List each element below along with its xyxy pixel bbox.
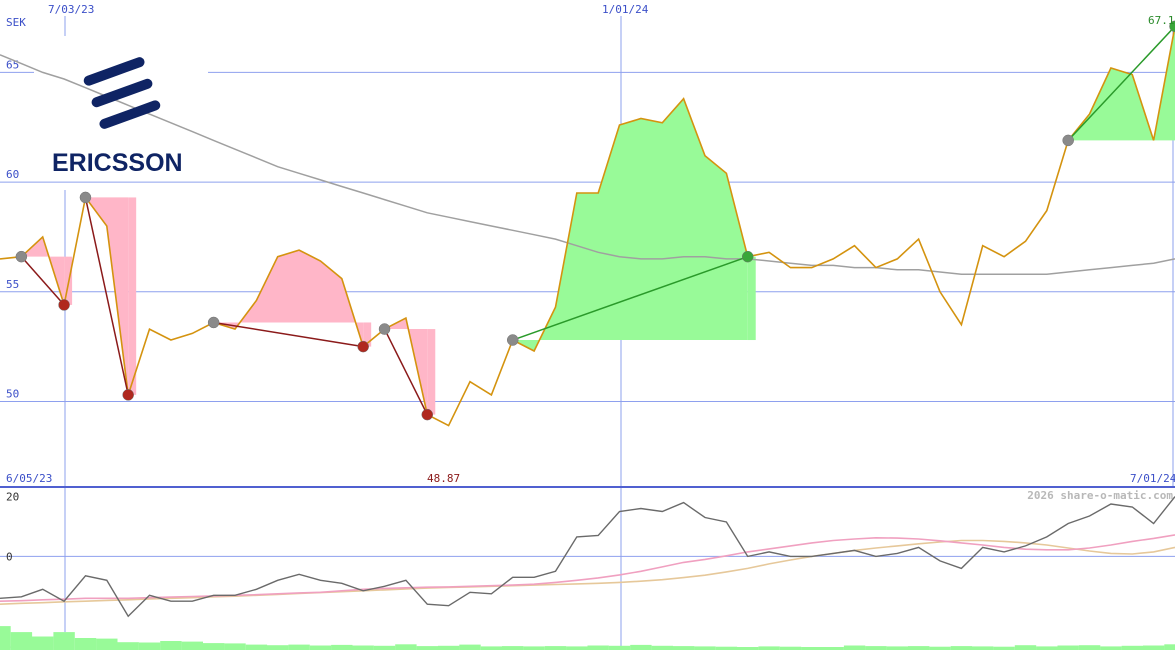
trend-fill-0	[21, 236, 65, 305]
indicator-tick-label-20: 20	[6, 491, 19, 504]
volume-bar-9	[181, 641, 203, 650]
volume-bar-22	[459, 644, 481, 650]
y-tick-label-60: 60	[6, 168, 19, 181]
logo-wordmark: ERICSSON	[52, 149, 183, 177]
volume-bar-43	[908, 646, 930, 650]
volume-bar-28	[587, 645, 609, 650]
trend-fill-3	[384, 318, 428, 415]
trend-start-marker-5	[1062, 134, 1074, 147]
volume-bar-5	[96, 638, 118, 650]
trend-start-marker-2	[207, 316, 220, 329]
trend-start-marker-3	[378, 323, 391, 335]
ericsson-logo: ERICSSON	[52, 57, 183, 177]
trend-start-marker-0	[15, 250, 28, 263]
trend-fill-4	[512, 98, 748, 351]
trend-fill-tail-1	[128, 197, 137, 395]
range-end-label: 7/01/24	[1130, 472, 1175, 485]
indicator-panel-grid: 200-30	[0, 491, 1175, 650]
price-panel-fills	[21, 26, 1175, 415]
trend-start-marker-4	[506, 334, 519, 346]
logo-stripe-top	[83, 57, 145, 86]
volume-bar-53	[1121, 645, 1143, 650]
volume-bar-45	[950, 646, 973, 650]
volume-bar-21	[438, 645, 460, 650]
volume-bar-29	[608, 645, 631, 650]
volume-bar-3	[53, 632, 75, 650]
trend-fill-2	[213, 250, 364, 347]
volume-bar-51	[1078, 645, 1101, 650]
volume-bar-7	[138, 642, 161, 650]
volume-bar-41	[865, 646, 887, 650]
currency-label: SEK	[6, 16, 26, 29]
trend-end-marker-1	[122, 389, 134, 401]
volume-bar-31	[651, 645, 673, 650]
date-label-jan24: 1/01/24	[602, 3, 649, 16]
volume-bar-26	[544, 646, 567, 650]
volume-bar-36	[758, 646, 780, 650]
stock-chart: 65605550 SEK 7/03/23 1/01/24 67.1 6/05/2…	[0, 3, 1175, 650]
volume-bars	[0, 626, 1175, 650]
volume-bar-0	[0, 626, 11, 650]
volume-bar-6	[117, 642, 139, 650]
volume-bar-18	[373, 645, 396, 650]
volume-bar-52	[1100, 646, 1122, 650]
range-start-label: 6/05/23	[6, 472, 52, 485]
signal-line-pink	[0, 534, 1175, 602]
trend-end-marker-3	[421, 408, 434, 421]
volume-bar-27	[566, 646, 588, 650]
volume-bar-42	[886, 646, 908, 650]
watermark: 2026 share-o-matic.com	[1027, 489, 1173, 502]
volume-bar-23	[480, 646, 503, 650]
volume-bar-54	[1143, 645, 1165, 650]
volume-bar-33	[694, 646, 716, 650]
signal-line-tan	[0, 539, 1175, 605]
volume-bar-8	[160, 641, 182, 650]
trend-end-marker-0	[58, 299, 70, 311]
volume-bar-40	[843, 645, 866, 650]
trend-end-marker-4	[741, 250, 754, 263]
trend-start-marker-1	[79, 191, 92, 204]
min-value-label: 48.87	[427, 472, 460, 485]
last-value-label: 67.1	[1148, 14, 1175, 27]
volume-bar-30	[630, 644, 652, 650]
volume-bar-32	[673, 646, 695, 650]
trend-fill-tail-4	[747, 256, 756, 341]
volume-bar-50	[1057, 645, 1079, 650]
volume-bar-17	[352, 645, 374, 650]
trend-fill-tail-3	[427, 329, 436, 415]
volume-bar-4	[74, 638, 97, 650]
y-tick-label-50: 50	[6, 387, 19, 400]
indicator-tick-label-0: 0	[6, 550, 13, 563]
date-label-jul23: 7/03/23	[48, 3, 94, 16]
volume-bar-10	[203, 643, 225, 650]
volume-bar-2	[32, 636, 54, 650]
volume-bar-13	[267, 645, 289, 650]
trend-end-marker-2	[357, 340, 369, 353]
volume-bar-24	[502, 646, 524, 650]
volume-bar-14	[288, 644, 310, 650]
volume-bar-15	[309, 645, 332, 650]
volume-bar-55	[1164, 644, 1175, 650]
trend-line-2	[213, 321, 364, 348]
volume-bar-19	[395, 644, 417, 650]
volume-bar-48	[1014, 645, 1037, 650]
volume-bar-12	[245, 644, 268, 650]
volume-bar-1	[10, 632, 33, 650]
indicator-panel-labels: 2026 share-o-matic.com	[1027, 489, 1173, 502]
volume-bar-25	[523, 646, 545, 650]
volume-bar-16	[331, 644, 353, 650]
volume-bar-11	[224, 643, 246, 650]
volume-bar-46	[972, 646, 994, 650]
volume-bar-49	[1036, 646, 1058, 650]
volume-bar-20	[416, 646, 438, 650]
y-tick-label-55: 55	[6, 278, 19, 291]
